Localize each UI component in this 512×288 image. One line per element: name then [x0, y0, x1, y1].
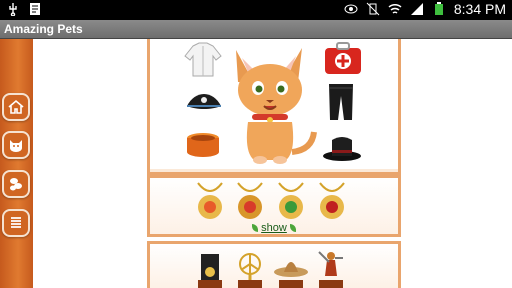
trophy-sombrero-icon[interactable] [273, 250, 309, 288]
trophy-star-icon[interactable] [235, 250, 265, 288]
trophy-gladiator-icon[interactable] [315, 248, 347, 288]
amulet-2-icon[interactable] [234, 181, 266, 221]
cat-face-icon [10, 140, 22, 152]
black-pants-icon[interactable] [327, 82, 355, 122]
cat-icon[interactable] [222, 42, 318, 164]
amulet-4-icon[interactable] [316, 181, 348, 221]
home-icon [8, 99, 24, 114]
show-row: show [244, 221, 304, 235]
status-bar: 8:34 PM [0, 0, 512, 20]
white-jacket-icon[interactable] [183, 42, 223, 78]
pet-button[interactable] [2, 131, 30, 159]
home-button[interactable] [2, 93, 30, 121]
app-title: Amazing Pets [0, 20, 512, 39]
status-time: 8:34 PM [453, 1, 506, 17]
wifi-icon [388, 3, 402, 14]
notes-icon [30, 3, 40, 15]
pirate-hat-icon[interactable] [185, 88, 223, 114]
battery-icon [434, 2, 443, 15]
list-icon [11, 217, 21, 228]
signal-icon [410, 3, 423, 15]
black-hat-icon[interactable] [322, 132, 362, 162]
sidebar [0, 39, 33, 288]
eye-icon [344, 4, 358, 14]
usb-icon [9, 3, 17, 16]
menu-button[interactable] [2, 209, 30, 237]
first-aid-kit-icon[interactable] [323, 42, 363, 76]
show-link[interactable]: show [261, 222, 287, 234]
amulet-3-icon[interactable] [275, 181, 307, 221]
leaf-icon [289, 224, 296, 232]
no-vibrate-icon [366, 2, 380, 16]
trophy-box-icon[interactable] [195, 250, 225, 288]
coins-icon [10, 178, 22, 191]
amulet-1-icon[interactable] [194, 181, 226, 221]
food-bowl-icon[interactable] [185, 130, 221, 162]
leaf-icon [252, 224, 259, 232]
coins-button[interactable] [2, 170, 30, 198]
